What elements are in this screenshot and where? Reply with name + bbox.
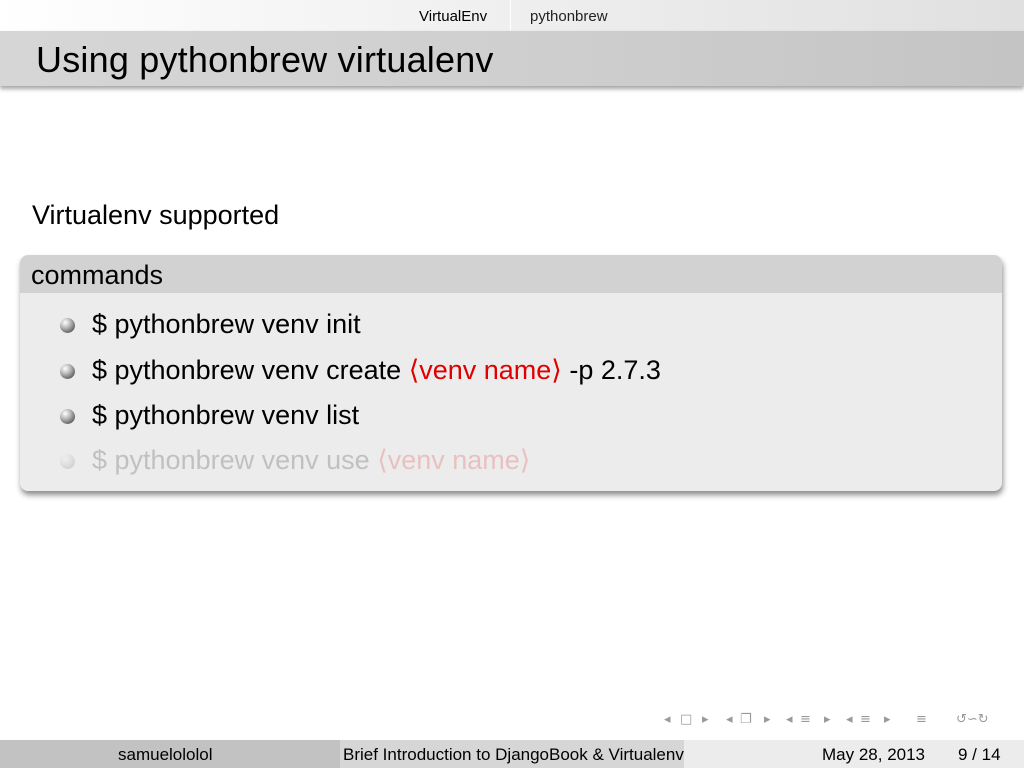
- bullet-ball-icon: [60, 318, 75, 333]
- search-icon[interactable]: ↺∽↻: [956, 712, 989, 727]
- commands-block: commands $ pythonbrew venv init $ python…: [20, 255, 1002, 491]
- nav-section-pythonbrew[interactable]: pythonbrew: [530, 8, 608, 26]
- command-text: $ pythonbrew venv list: [92, 400, 360, 430]
- frame-title-bar: Using pythonbrew virtualenv: [0, 31, 1024, 86]
- bullet-ball-icon: [60, 364, 75, 379]
- nav-next-arrow-icon[interactable]: ▸: [884, 712, 891, 727]
- document-icon[interactable]: ≡: [916, 712, 927, 727]
- block-title-bar: commands: [20, 255, 1002, 293]
- subsection-icon[interactable]: ❐: [740, 712, 752, 727]
- nav-divider: [510, 0, 511, 31]
- command-text: $ pythonbrew venv use ⟨venv name⟩: [92, 445, 531, 475]
- section-icon[interactable]: ≡: [860, 712, 871, 727]
- nav-prev-arrow-icon[interactable]: ◂: [726, 712, 733, 727]
- page-title: Using pythonbrew virtualenv: [36, 39, 494, 80]
- frame-icon[interactable]: □: [680, 712, 692, 727]
- command-argument: ⟨venv name⟩: [408, 355, 562, 385]
- footer-page-number: 9 / 14: [958, 745, 1001, 764]
- bullet-ball-icon: [60, 409, 75, 424]
- footer: samuelololol Brief Introduction to Djang…: [0, 740, 1024, 768]
- nav-next-arrow-icon[interactable]: ▸: [824, 712, 831, 727]
- intro-text: Virtualenv supported: [32, 200, 280, 230]
- command-argument: ⟨venv name⟩: [377, 445, 531, 475]
- footer-title: Brief Introduction to DjangoBook & Virtu…: [343, 745, 684, 764]
- bullet-ball-icon: [60, 454, 75, 469]
- nav-prev-arrow-icon[interactable]: ◂: [664, 712, 671, 727]
- nav-prev-arrow-icon[interactable]: ◂: [846, 712, 853, 727]
- section-icon[interactable]: ≡: [800, 712, 811, 727]
- nav-prev-arrow-icon[interactable]: ◂: [786, 712, 793, 727]
- command-text: $ pythonbrew venv create ⟨venv name⟩ -p …: [92, 355, 661, 385]
- nav-next-arrow-icon[interactable]: ▸: [702, 712, 709, 727]
- footer-author: samuelololol: [118, 745, 213, 764]
- section-navigation: VirtualEnv pythonbrew: [0, 0, 1024, 31]
- footer-date: May 28, 2013: [822, 745, 926, 764]
- command-text: $ pythonbrew venv init: [92, 309, 361, 339]
- block-title: commands: [31, 260, 164, 290]
- nav-next-arrow-icon[interactable]: ▸: [764, 712, 771, 727]
- nav-section-virtualenv[interactable]: VirtualEnv: [419, 8, 487, 26]
